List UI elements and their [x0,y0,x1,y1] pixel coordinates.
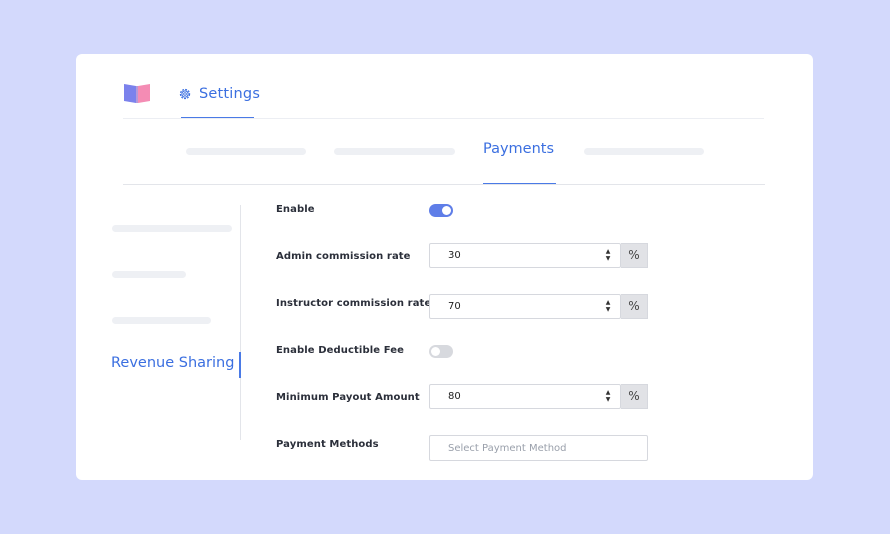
stepper-arrows-icon[interactable]: ▲ ▼ [604,389,612,403]
admin-commission-value: 30 [448,250,461,261]
deductible-fee-label: Enable Deductible Fee [276,345,404,356]
settings-tab-label: Settings [199,86,261,102]
stepper-arrows-icon[interactable]: ▲ ▼ [604,248,612,262]
minimum-payout-label: Minimum Payout Amount [276,392,420,403]
tab-placeholder-1[interactable] [186,148,306,155]
book-logo-icon [124,84,150,103]
instructor-commission-unit: % [621,294,648,319]
enable-label: Enable [276,204,315,215]
tab-settings[interactable]: Settings [178,82,260,106]
payment-methods-label: Payment Methods [276,439,379,450]
stepper-arrows-icon[interactable]: ▲ ▼ [604,299,612,313]
header-divider [123,118,764,119]
instructor-commission-input[interactable]: 70 ▲ ▼ [429,294,621,319]
minimum-payout-value: 80 [448,391,461,402]
sidebar-item-placeholder-1[interactable] [112,225,232,232]
sidebar-item-placeholder-2[interactable] [112,271,186,278]
sidebar-divider [240,205,241,440]
sidebar-item-placeholder-3[interactable] [112,317,211,324]
toggle-knob [442,206,451,215]
enable-toggle[interactable] [429,204,453,217]
payment-method-select[interactable]: Select Payment Method [429,435,648,461]
admin-commission-unit: % [621,243,648,268]
instructor-commission-value: 70 [448,301,461,312]
minimum-payout-unit: % [621,384,648,409]
deductible-fee-toggle[interactable] [429,345,453,358]
payment-method-placeholder: Select Payment Method [448,443,567,454]
minimum-payout-input[interactable]: 80 ▲ ▼ [429,384,621,409]
settings-card: Settings Payments Revenue Sharing Enable… [76,54,813,480]
toggle-knob [431,347,440,356]
admin-commission-input[interactable]: 30 ▲ ▼ [429,243,621,268]
instructor-commission-label: Instructor commission rate [276,298,432,309]
tab-payments[interactable]: Payments [483,141,554,157]
sidebar-active-indicator [239,352,241,378]
admin-commission-label: Admin commission rate [276,251,411,262]
tab-placeholder-3[interactable] [584,148,704,155]
gear-icon [179,88,191,100]
tabs-divider [123,184,765,185]
tab-placeholder-2[interactable] [334,148,455,155]
sidebar-item-revenue-sharing[interactable]: Revenue Sharing [111,355,234,371]
